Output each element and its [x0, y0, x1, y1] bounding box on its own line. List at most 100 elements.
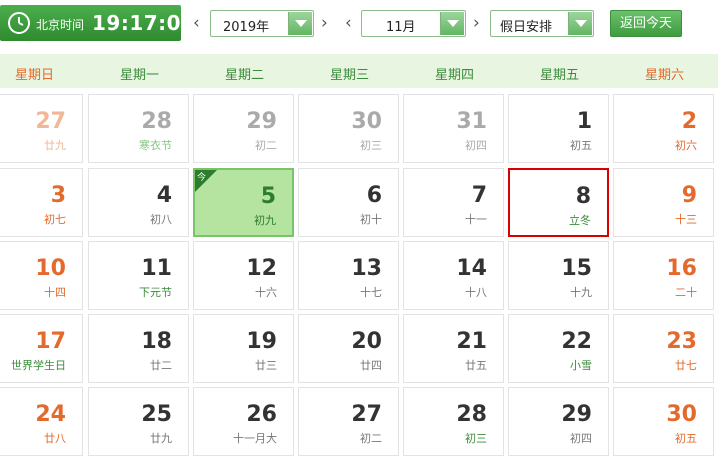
- day-cell[interactable]: 9 十三: [613, 168, 714, 237]
- weekday-sun: 星期日: [14, 68, 54, 83]
- lunar-label: 廿九: [150, 432, 172, 445]
- day-number: 8: [575, 184, 591, 209]
- holiday-select-value: 假日安排: [500, 20, 553, 35]
- day-cell[interactable]: 27 廿九: [0, 94, 83, 163]
- toolbar: 北京时间 19:17:04 ‹ 2019年 › ‹ 11月 › 假日安排 返回今…: [0, 0, 718, 48]
- lunar-label: 十三: [675, 213, 697, 226]
- prev-month-arrow[interactable]: ‹: [345, 14, 352, 32]
- day-cell[interactable]: 22 小雪: [508, 314, 609, 383]
- day-cell[interactable]: 18 廿二: [88, 314, 189, 383]
- lunar-label: 初九: [254, 214, 276, 227]
- clock-time: 19:17:04: [92, 11, 196, 35]
- day-cell[interactable]: 15 十九: [508, 241, 609, 310]
- day-number: 5: [260, 184, 276, 209]
- lunar-label: 小雪: [570, 359, 592, 372]
- clock-icon: [8, 12, 30, 34]
- day-cell[interactable]: 31 初四: [403, 94, 504, 163]
- holiday-select[interactable]: 假日安排: [490, 10, 594, 37]
- day-cell[interactable]: 16 二十: [613, 241, 714, 310]
- day-number: 10: [35, 256, 66, 281]
- day-cell[interactable]: 20 廿四: [298, 314, 399, 383]
- lunar-label: 十一月大: [233, 432, 277, 445]
- day-number: 24: [35, 402, 66, 427]
- weekday-sat: 星期六: [644, 68, 684, 83]
- day-number: 14: [456, 256, 487, 281]
- day-cell[interactable]: 28 初三: [403, 387, 504, 456]
- day-number: 20: [351, 329, 382, 354]
- day-cell[interactable]: 11 下元节: [88, 241, 189, 310]
- day-cell[interactable]: 29 初四: [508, 387, 609, 456]
- day-number: 25: [141, 402, 172, 427]
- day-cell[interactable]: 3 初七: [0, 168, 83, 237]
- lunar-label: 十九: [570, 286, 592, 299]
- day-number: 26: [246, 402, 277, 427]
- lunar-label: 廿二: [150, 359, 172, 372]
- lunar-label: 寒衣节: [139, 139, 172, 152]
- day-cell[interactable]: 23 廿七: [613, 314, 714, 383]
- lunar-label: 廿五: [465, 359, 487, 372]
- day-cell[interactable]: 1 初五: [508, 94, 609, 163]
- clock-label: 北京时间: [36, 18, 85, 32]
- day-number: 12: [246, 256, 277, 281]
- day-cell[interactable]: 24 廿八: [0, 387, 83, 456]
- lunar-label: 初三: [360, 139, 382, 152]
- chevron-down-icon[interactable]: [568, 12, 592, 35]
- weekday-tue: 星期二: [224, 68, 264, 83]
- lunar-label: 初八: [150, 213, 172, 226]
- day-number: 3: [50, 183, 66, 208]
- lunar-label: 廿四: [360, 359, 382, 372]
- lunar-label: 初五: [570, 139, 592, 152]
- day-number: 28: [141, 109, 172, 134]
- day-cell[interactable]: 21 廿五: [403, 314, 504, 383]
- day-number: 23: [666, 329, 697, 354]
- day-cell[interactable]: 19 廿三: [193, 314, 294, 383]
- day-cell[interactable]: 29 初二: [193, 94, 294, 163]
- lunar-label: 初二: [360, 432, 382, 445]
- month-select[interactable]: 11月: [361, 10, 466, 37]
- chevron-down-icon[interactable]: [288, 12, 312, 35]
- day-cell[interactable]: 12 十六: [193, 241, 294, 310]
- day-cell[interactable]: 30 初三: [298, 94, 399, 163]
- lunar-label: 初四: [570, 432, 592, 445]
- day-number: 21: [456, 329, 487, 354]
- lunar-label: 初十: [360, 213, 382, 226]
- calendar-grid: 27 廿九 28 寒衣节 29 初二 30 初三 31 初四 1 初五 2 初六 3 初七 4 初八 今 5 初九 6 初十…: [0, 92, 718, 458]
- day-number: 9: [681, 183, 697, 208]
- lunar-label: 廿七: [675, 359, 697, 372]
- day-cell[interactable]: 8 立冬: [508, 168, 609, 237]
- year-select-value: 2019年: [223, 20, 270, 35]
- day-number: 17: [35, 329, 66, 354]
- lunar-label: 立冬: [569, 214, 591, 227]
- day-cell[interactable]: 30 初五: [613, 387, 714, 456]
- lunar-label: 十七: [360, 286, 382, 299]
- day-cell[interactable]: 25 廿九: [88, 387, 189, 456]
- day-cell[interactable]: 4 初八: [88, 168, 189, 237]
- weekday-thu: 星期四: [434, 68, 474, 83]
- lunar-label: 廿八: [44, 432, 66, 445]
- day-cell[interactable]: 28 寒衣节: [88, 94, 189, 163]
- day-cell[interactable]: 13 十七: [298, 241, 399, 310]
- day-cell[interactable]: 7 十一: [403, 168, 504, 237]
- day-number: 2: [681, 109, 697, 134]
- day-cell[interactable]: 26 十一月大: [193, 387, 294, 456]
- day-cell[interactable]: 14 十八: [403, 241, 504, 310]
- day-cell[interactable]: 27 初二: [298, 387, 399, 456]
- day-number: 11: [141, 256, 172, 281]
- chevron-down-icon[interactable]: [440, 12, 464, 35]
- day-cell[interactable]: 17 世界学生日: [0, 314, 83, 383]
- month-select-value: 11月: [386, 20, 416, 35]
- day-cell[interactable]: 今 5 初九: [193, 168, 294, 237]
- lunar-label: 十八: [465, 286, 487, 299]
- next-month-arrow[interactable]: ›: [473, 14, 480, 32]
- day-cell[interactable]: 10 十四: [0, 241, 83, 310]
- weekday-wed: 星期三: [329, 68, 369, 83]
- day-number: 15: [561, 256, 592, 281]
- lunar-label: 初六: [675, 139, 697, 152]
- lunar-label: 十一: [465, 213, 487, 226]
- day-cell[interactable]: 2 初六: [613, 94, 714, 163]
- return-today-button[interactable]: 返回今天: [610, 10, 682, 37]
- day-cell[interactable]: 6 初十: [298, 168, 399, 237]
- next-year-arrow[interactable]: ›: [321, 14, 328, 32]
- prev-year-arrow[interactable]: ‹: [193, 14, 200, 32]
- year-select[interactable]: 2019年: [210, 10, 314, 37]
